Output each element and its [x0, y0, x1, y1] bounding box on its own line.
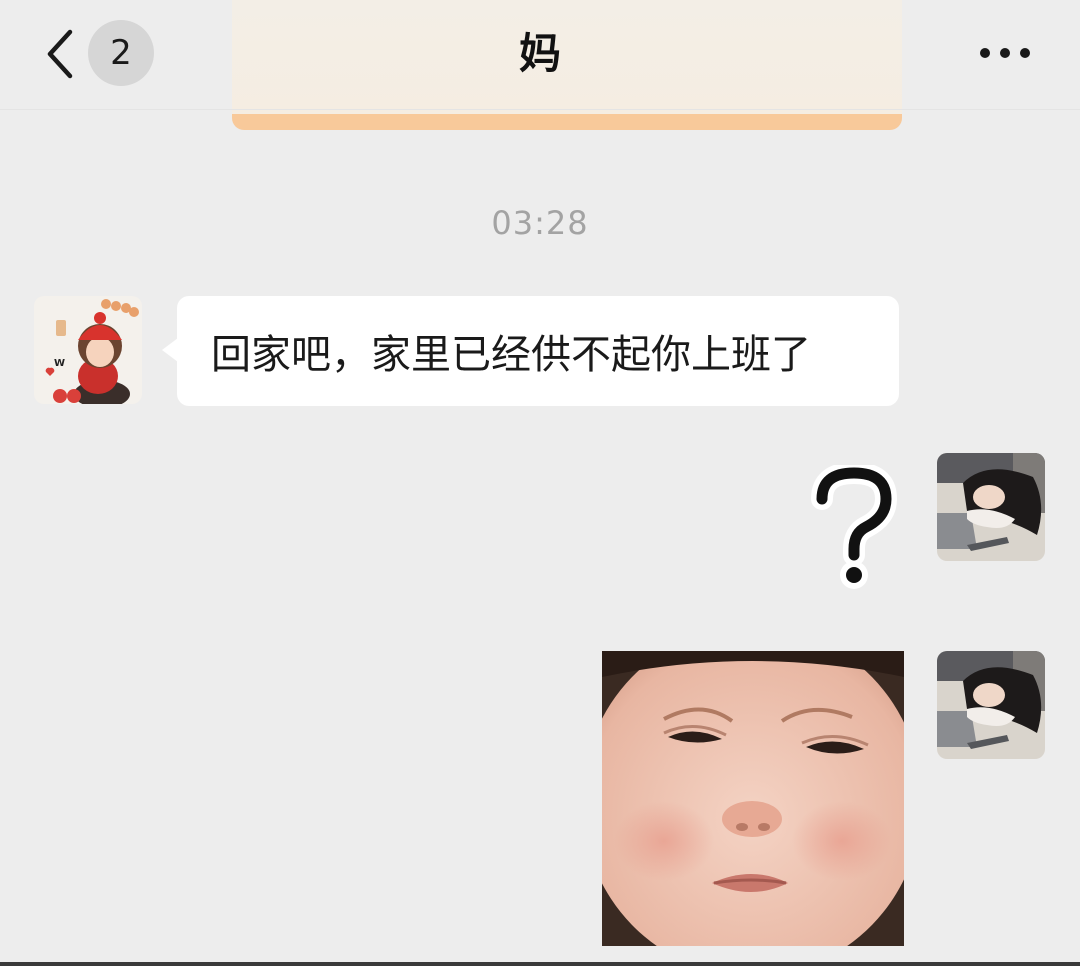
message-text: 回家吧，家里已经供不起你上班了: [211, 332, 811, 378]
my-avatar[interactable]: [937, 651, 1045, 759]
message-bubble[interactable]: 回家吧，家里已经供不起你上班了: [177, 296, 899, 406]
unread-count-badge[interactable]: 2: [88, 20, 154, 86]
contact-avatar[interactable]: W: [34, 296, 142, 404]
message-timestamp: 03:28: [491, 204, 589, 242]
more-options-button[interactable]: [980, 44, 1030, 62]
unread-count: 2: [110, 33, 132, 73]
ellipsis-icon: [980, 48, 1030, 58]
question-mark-sticker[interactable]: [810, 461, 900, 595]
bubble-tail: [162, 338, 178, 362]
svg-text:W: W: [54, 358, 65, 369]
divider: [0, 962, 1080, 966]
back-button[interactable]: [40, 28, 80, 80]
my-avatar[interactable]: [937, 453, 1045, 561]
sad-baby-face-sticker[interactable]: [602, 651, 904, 946]
chevron-left-icon: [47, 29, 73, 79]
chat-title: 妈: [518, 29, 561, 78]
